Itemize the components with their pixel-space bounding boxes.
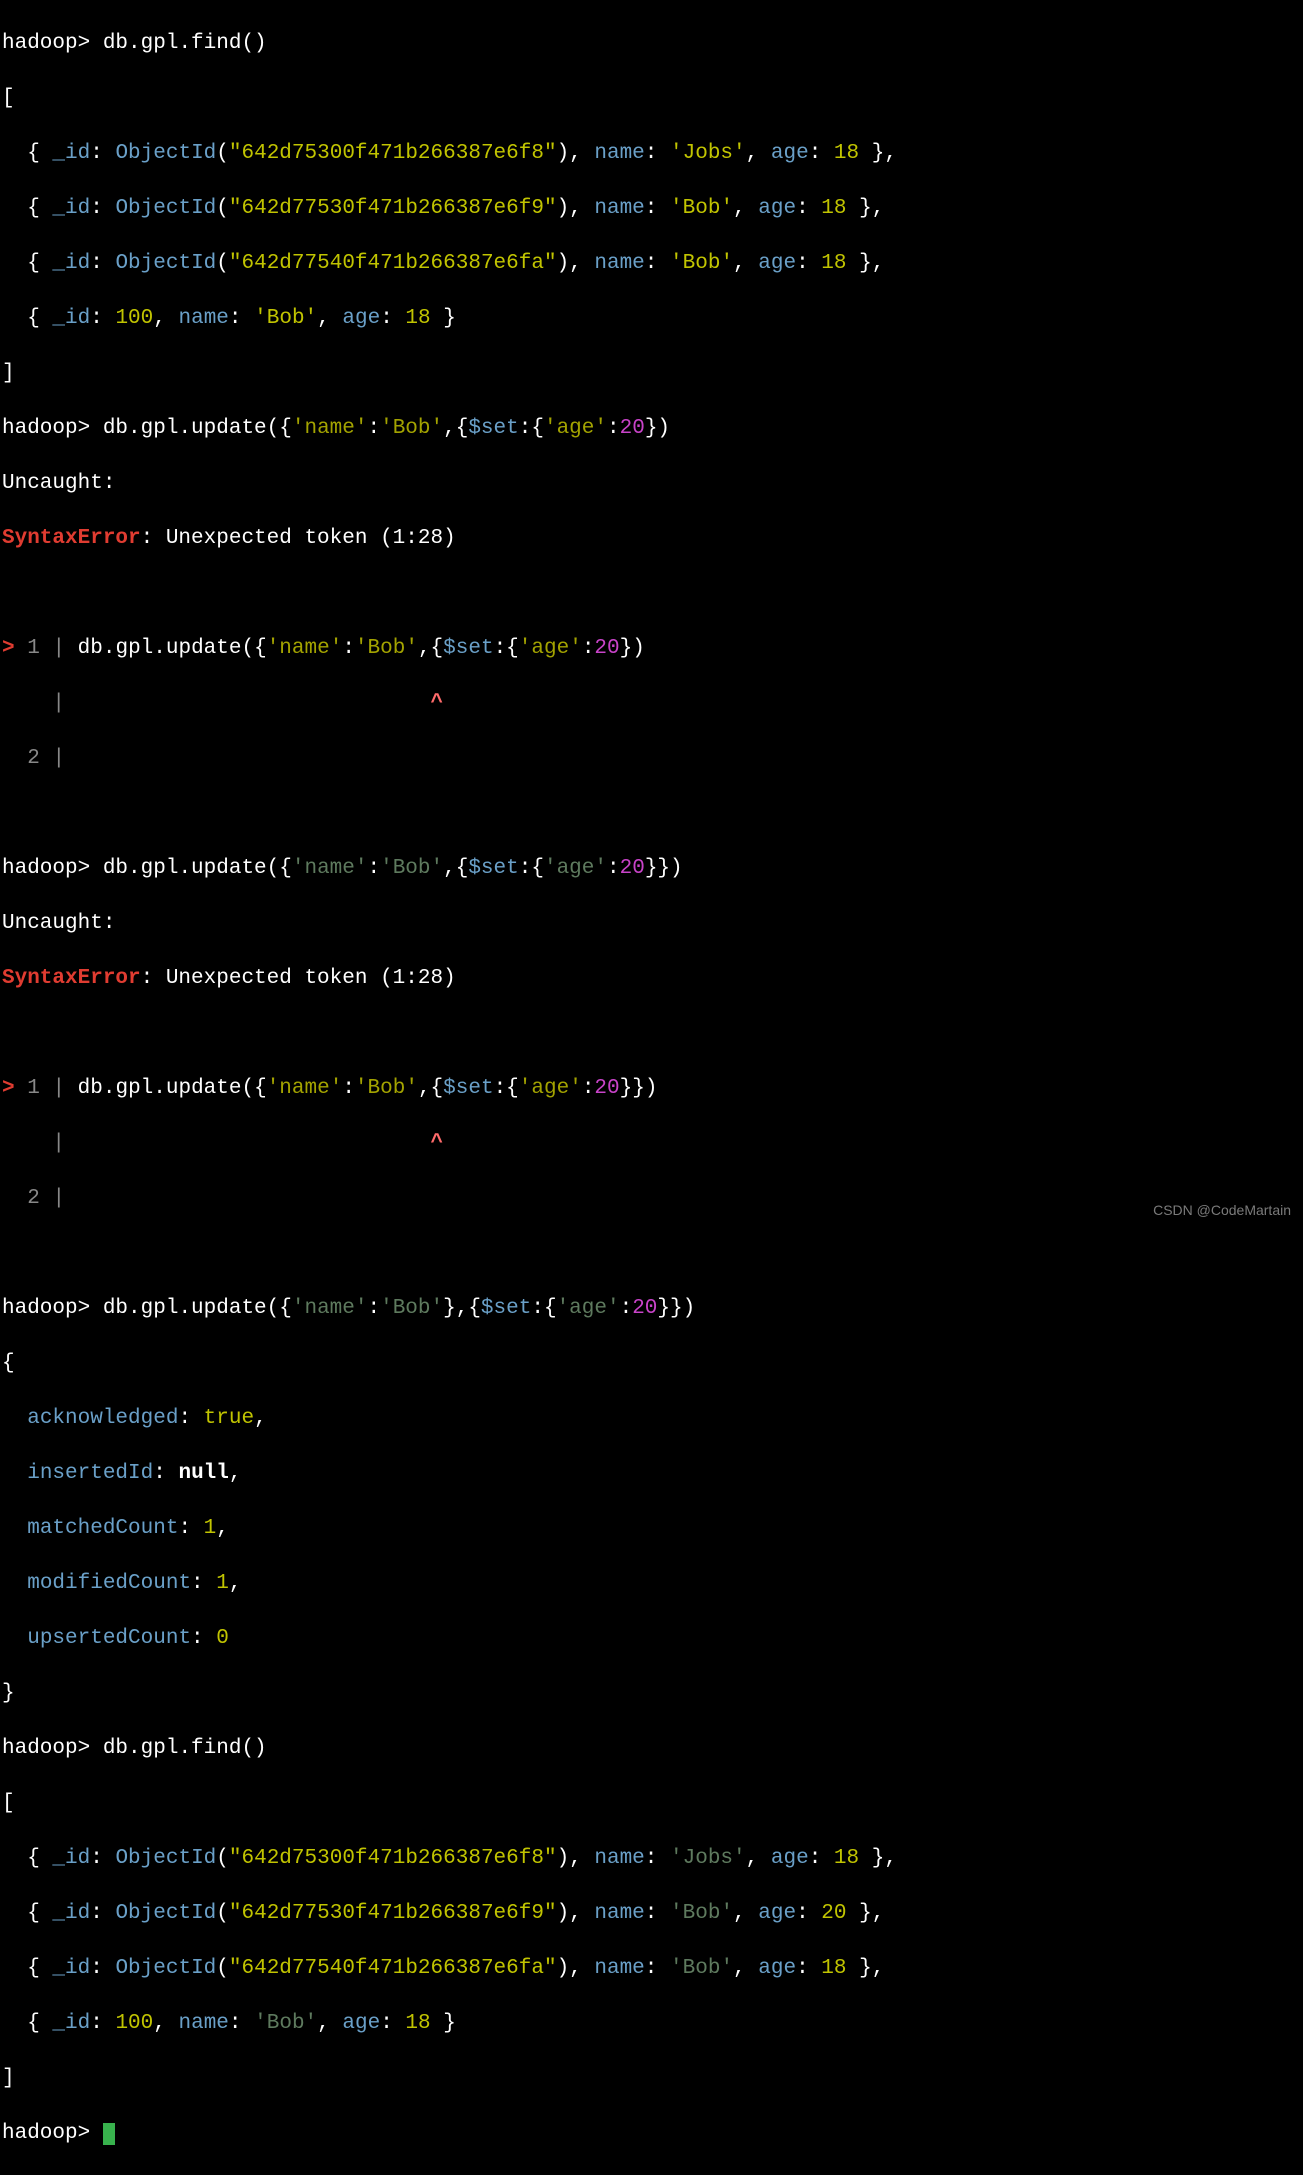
bracket-open: [ (2, 85, 1303, 113)
code-frame-line2: 2 | (2, 1185, 1303, 1213)
bracket-open: [ (2, 1790, 1303, 1818)
doc-row: { _id: 100, name: 'Bob', age: 18 } (2, 305, 1303, 333)
doc-row: { _id: 100, name: 'Bob', age: 18 } (2, 2010, 1303, 2038)
terminal[interactable]: hadoop> db.gpl.find() [ { _id: ObjectId(… (0, 0, 1303, 2175)
bracket-close: ] (2, 360, 1303, 388)
watermark: CSDN @CodeMartain (1153, 1197, 1291, 1225)
result-row: acknowledged: true, (2, 1405, 1303, 1433)
blank (2, 800, 1303, 828)
blank (2, 1020, 1303, 1048)
code-frame-line1: > 1 | db.gpl.update({'name':'Bob',{$set:… (2, 1075, 1303, 1103)
result-row: modifiedCount: 1, (2, 1570, 1303, 1598)
doc-row: { _id: ObjectId("642d75300f471b266387e6f… (2, 1845, 1303, 1873)
doc-row: { _id: ObjectId("642d77530f471b266387e6f… (2, 195, 1303, 223)
line-prompt-find2: hadoop> db.gpl.find() (2, 1735, 1303, 1763)
brace-open: { (2, 1350, 1303, 1378)
doc-row: { _id: ObjectId("642d75300f471b266387e6f… (2, 140, 1303, 168)
doc-row: { _id: ObjectId("642d77540f471b266387e6f… (2, 1955, 1303, 1983)
line-prompt-find1: hadoop> db.gpl.find() (2, 30, 1303, 58)
doc-row: { _id: ObjectId("642d77530f471b266387e6f… (2, 1900, 1303, 1928)
code-frame-caret: | ^ (2, 690, 1303, 718)
brace-close: } (2, 1680, 1303, 1708)
result-row: upsertedCount: 0 (2, 1625, 1303, 1653)
result-row: matchedCount: 1, (2, 1515, 1303, 1543)
line-prompt-update-ok: hadoop> db.gpl.update({'name':'Bob'},{$s… (2, 1295, 1303, 1323)
line-prompt-update-err1: hadoop> db.gpl.update({'name':'Bob',{$se… (2, 415, 1303, 443)
code-frame-line1: > 1 | db.gpl.update({'name':'Bob',{$set:… (2, 635, 1303, 663)
uncaught-label: Uncaught: (2, 910, 1303, 938)
syntax-error-line: SyntaxError: Unexpected token (1:28) (2, 965, 1303, 993)
cursor-icon (103, 2123, 115, 2145)
result-row: insertedId: null, (2, 1460, 1303, 1488)
code-frame-line2: 2 | (2, 745, 1303, 773)
line-prompt-update-err2: hadoop> db.gpl.update({'name':'Bob',{$se… (2, 855, 1303, 883)
syntax-error-line: SyntaxError: Unexpected token (1:28) (2, 525, 1303, 553)
doc-row: { _id: ObjectId("642d77540f471b266387e6f… (2, 250, 1303, 278)
code-frame-caret: | ^ (2, 1130, 1303, 1158)
uncaught-label: Uncaught: (2, 470, 1303, 498)
blank (2, 580, 1303, 608)
bracket-close: ] (2, 2065, 1303, 2093)
blank (2, 1240, 1303, 1268)
line-prompt-active[interactable]: hadoop> (2, 2120, 1303, 2148)
